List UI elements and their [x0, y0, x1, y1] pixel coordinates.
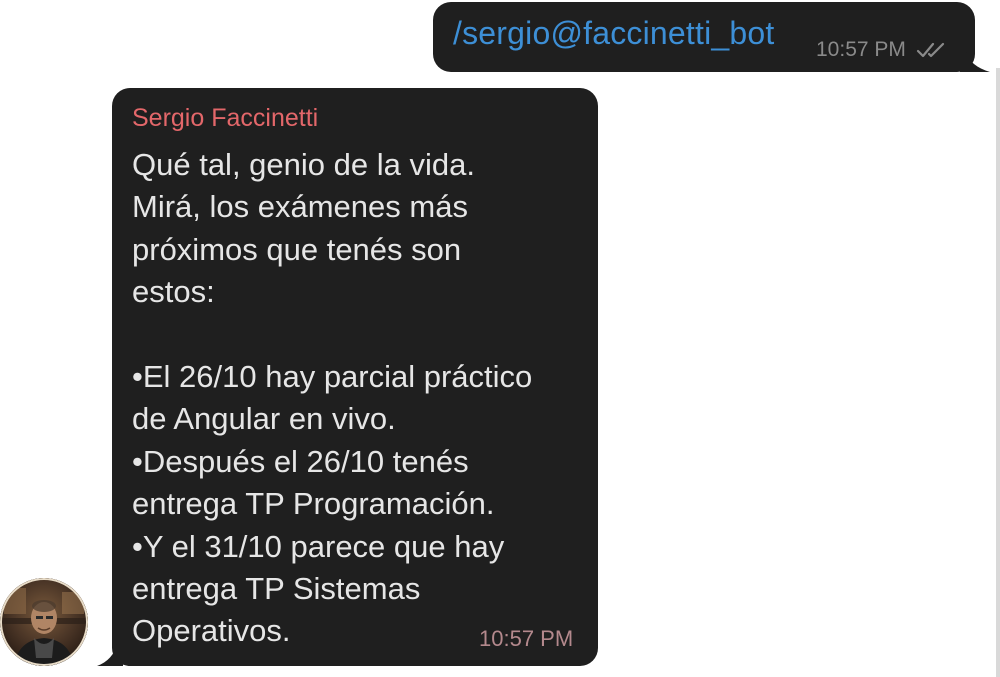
incoming-bubble-tail [97, 644, 123, 666]
message-text: Qué tal, genio de la vida. Mirá, los exá… [132, 147, 533, 649]
sender-avatar[interactable] [0, 578, 88, 666]
incoming-message-bubble[interactable]: Sergio Faccinetti Qué tal, genio de la v… [112, 88, 598, 666]
outgoing-message-bubble[interactable]: /sergio@faccinetti_bot 10:57 PM [433, 2, 975, 72]
bot-command-link[interactable]: /sergio@faccinetti_bot [453, 15, 775, 52]
double-check-icon [916, 42, 944, 58]
scrollbar-edge [996, 68, 1000, 677]
incoming-message-time: 10:57 PM [479, 626, 574, 651]
outgoing-message-meta: 10:57 PM [816, 38, 950, 62]
outgoing-message-time: 10:57 PM [816, 38, 906, 61]
outgoing-bubble-tail [960, 52, 990, 72]
avatar-photo [0, 578, 88, 666]
sender-name[interactable]: Sergio Faccinetti [132, 104, 318, 133]
